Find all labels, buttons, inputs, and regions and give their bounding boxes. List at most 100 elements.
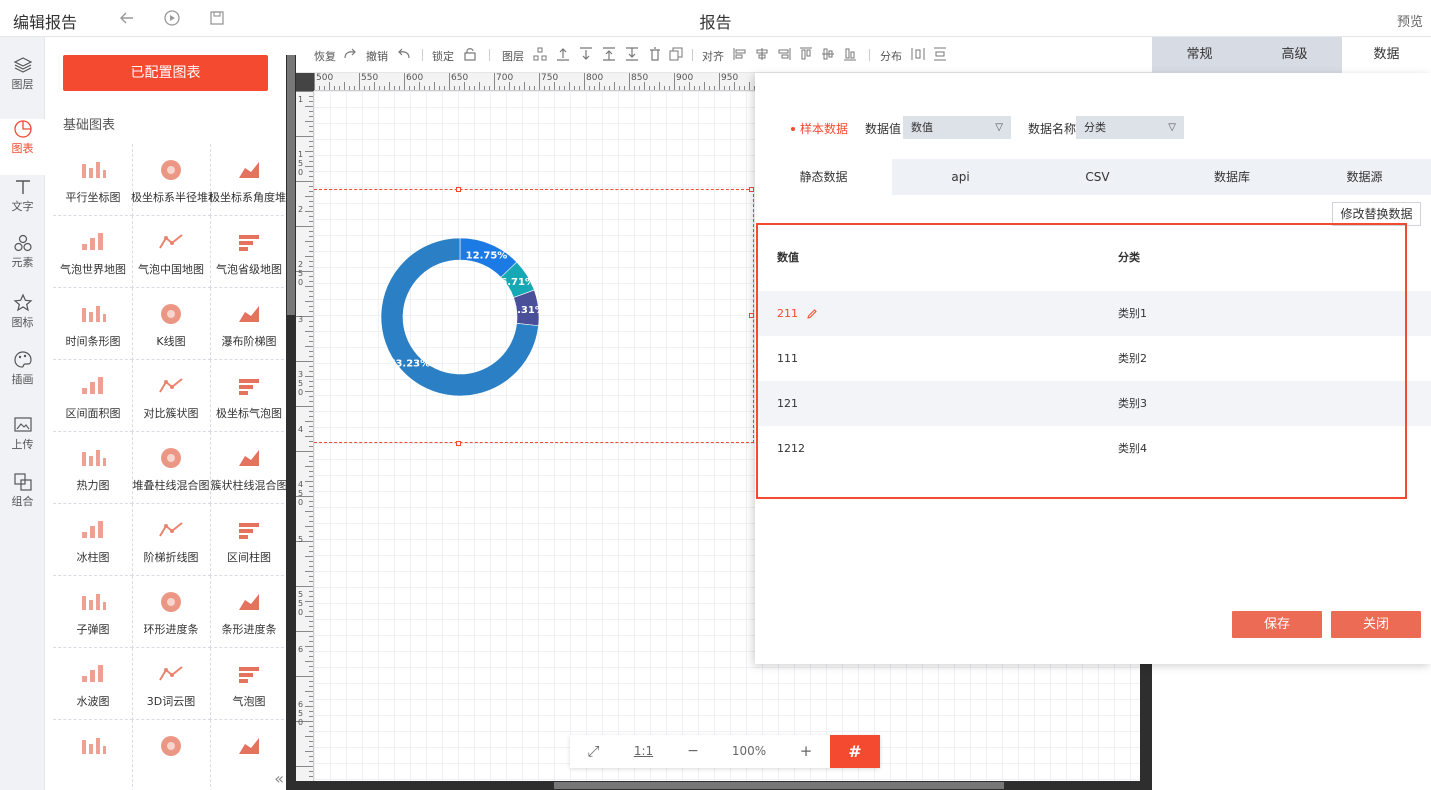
ruler-tick [305,661,313,662]
scrollbar-thumb[interactable] [554,782,1004,789]
save-icon[interactable] [208,9,226,27]
chart-type-item[interactable]: 时间条形图 [53,288,133,360]
align-bottom-icon[interactable] [842,46,858,62]
rail-item-layers[interactable]: 图层 [0,55,45,111]
chart-type-item[interactable]: 瀑布阶梯图 [209,288,286,360]
chart-type-item[interactable]: 阶梯折线图 [131,504,211,576]
scrollbar-thumb[interactable] [287,55,295,315]
chart-type-item[interactable]: 气泡图 [209,648,286,720]
chart-type-item[interactable]: 冰柱图 [53,504,133,576]
ruler-tick [309,266,313,267]
distribute-vertical-icon[interactable] [932,46,948,62]
play-icon[interactable] [163,9,181,27]
tab-api[interactable]: api [892,159,1029,195]
sample-data-radio[interactable]: 样本数据 [791,120,848,137]
chart-type-label: 气泡省级地图 [216,263,282,276]
undo-icon[interactable] [396,46,412,62]
tab-data[interactable]: 数据 [1342,37,1431,73]
align-middle-icon[interactable] [820,46,836,62]
rail-item-group[interactable]: 组合 [0,472,45,528]
undo-button[interactable]: 撤销 [366,48,388,64]
preview-link[interactable]: 预览 [1397,11,1423,30]
rail-item-text[interactable]: 文字 [0,177,45,233]
chart-type-item[interactable]: 水波图 [53,648,133,720]
send-to-back-icon[interactable] [624,46,640,62]
chart-thumbnail-icon [238,523,259,539]
redo-icon[interactable] [342,46,358,62]
chart-type-item[interactable]: 极坐标系半径堆积 [131,144,211,216]
rail-item-elements[interactable]: 元素 [0,233,45,289]
align-center-icon[interactable] [754,46,770,62]
chart-type-item[interactable]: 区间柱图 [209,504,286,576]
resize-handle[interactable] [456,441,461,446]
chart-type-item[interactable]: 子弹图 [53,576,133,648]
lock-icon[interactable] [462,46,478,62]
chart-type-item[interactable]: 堆叠柱线混合图 [131,432,211,504]
chart-type-item[interactable]: 气泡世界地图 [53,216,133,288]
ruler-tick [554,82,555,90]
resize-handle[interactable] [749,313,754,318]
ruler-tick [305,286,313,287]
ruler-tick [449,73,450,90]
align-top-icon[interactable] [798,46,814,62]
chart-type-item[interactable]: 对比簇状图 [131,360,211,432]
align-left-icon[interactable] [732,46,748,62]
rail-item-illustrations[interactable]: 插画 [0,350,45,406]
tab-advanced[interactable]: 高级 [1247,37,1342,73]
restore-button[interactable]: 恢复 [314,48,336,64]
tab-general[interactable]: 常规 [1152,37,1247,73]
resize-handle[interactable] [749,187,754,192]
bring-to-front-icon[interactable] [601,46,617,62]
grid-toggle-button[interactable]: # [830,735,880,768]
canvas-horizontal-scrollbar[interactable] [314,781,1140,790]
chart-type-item[interactable]: 条形进度条 [209,576,286,648]
library-scrollbar[interactable] [286,55,296,790]
ruler-tick [309,726,313,727]
chart-type-item[interactable]: 环形进度条 [131,576,211,648]
rail-item-upload[interactable]: 上传 [0,415,45,471]
chart-type-item[interactable]: 区间面积图 [53,360,133,432]
send-backward-icon[interactable] [578,46,594,62]
tab-csv[interactable]: CSV [1029,159,1166,195]
align-right-icon[interactable] [776,46,792,62]
save-button[interactable]: 保存 [1232,611,1322,638]
rail-item-charts[interactable]: 图表 [0,119,45,175]
layer-tree-icon[interactable] [532,46,548,62]
zoom-in-button[interactable]: + [782,735,830,768]
data-value-select[interactable]: 数值 ▽ [903,116,1011,139]
fit-screen-button[interactable]: ⤢ [570,735,617,768]
chart-type-item[interactable]: 极坐标气泡图 [209,360,286,432]
tab-datasource[interactable]: 数据源 [1298,159,1431,195]
data-name-select[interactable]: 分类 ▽ [1076,116,1184,139]
bring-forward-icon[interactable] [555,46,571,62]
collapse-panel-icon[interactable]: « [274,769,284,788]
distribute-horizontal-icon[interactable] [910,46,926,62]
back-icon[interactable] [118,9,136,27]
chart-type-item[interactable]: 3D词云图 [131,648,211,720]
chart-type-item[interactable] [53,720,133,790]
chart-type-label: 子弹图 [76,623,110,636]
chart-type-item[interactable]: K线图 [131,288,211,360]
configured-charts-button[interactable]: 已配置图表 [63,55,268,91]
ruler-tick [614,82,615,90]
chart-type-item[interactable]: 气泡省级地图 [209,216,286,288]
ruler-tick [309,291,313,292]
chart-type-item[interactable]: 极坐标系角度堆积 [209,144,286,216]
delete-icon[interactable] [647,46,663,62]
ruler-tick [296,136,313,137]
close-button[interactable]: 关闭 [1331,611,1421,638]
resize-handle[interactable] [456,187,461,192]
zoom-out-button[interactable]: − [670,735,716,768]
chart-type-item[interactable]: 气泡中国地图 [131,216,211,288]
lock-button[interactable]: 锁定 [432,48,454,64]
chart-type-item[interactable]: 平行坐标图 [53,144,133,216]
tab-static-data[interactable]: 静态数据 [755,159,892,195]
rail-item-icons[interactable]: 图标 [0,293,45,349]
copy-icon[interactable] [668,46,684,62]
palette-icon [13,351,32,368]
chart-type-item[interactable]: 热力图 [53,432,133,504]
chart-type-item[interactable]: 簇状柱线混合图 [209,432,286,504]
chart-type-item[interactable] [131,720,211,790]
tab-database[interactable]: 数据库 [1166,159,1298,195]
actual-size-button[interactable]: 1:1 [617,735,670,768]
